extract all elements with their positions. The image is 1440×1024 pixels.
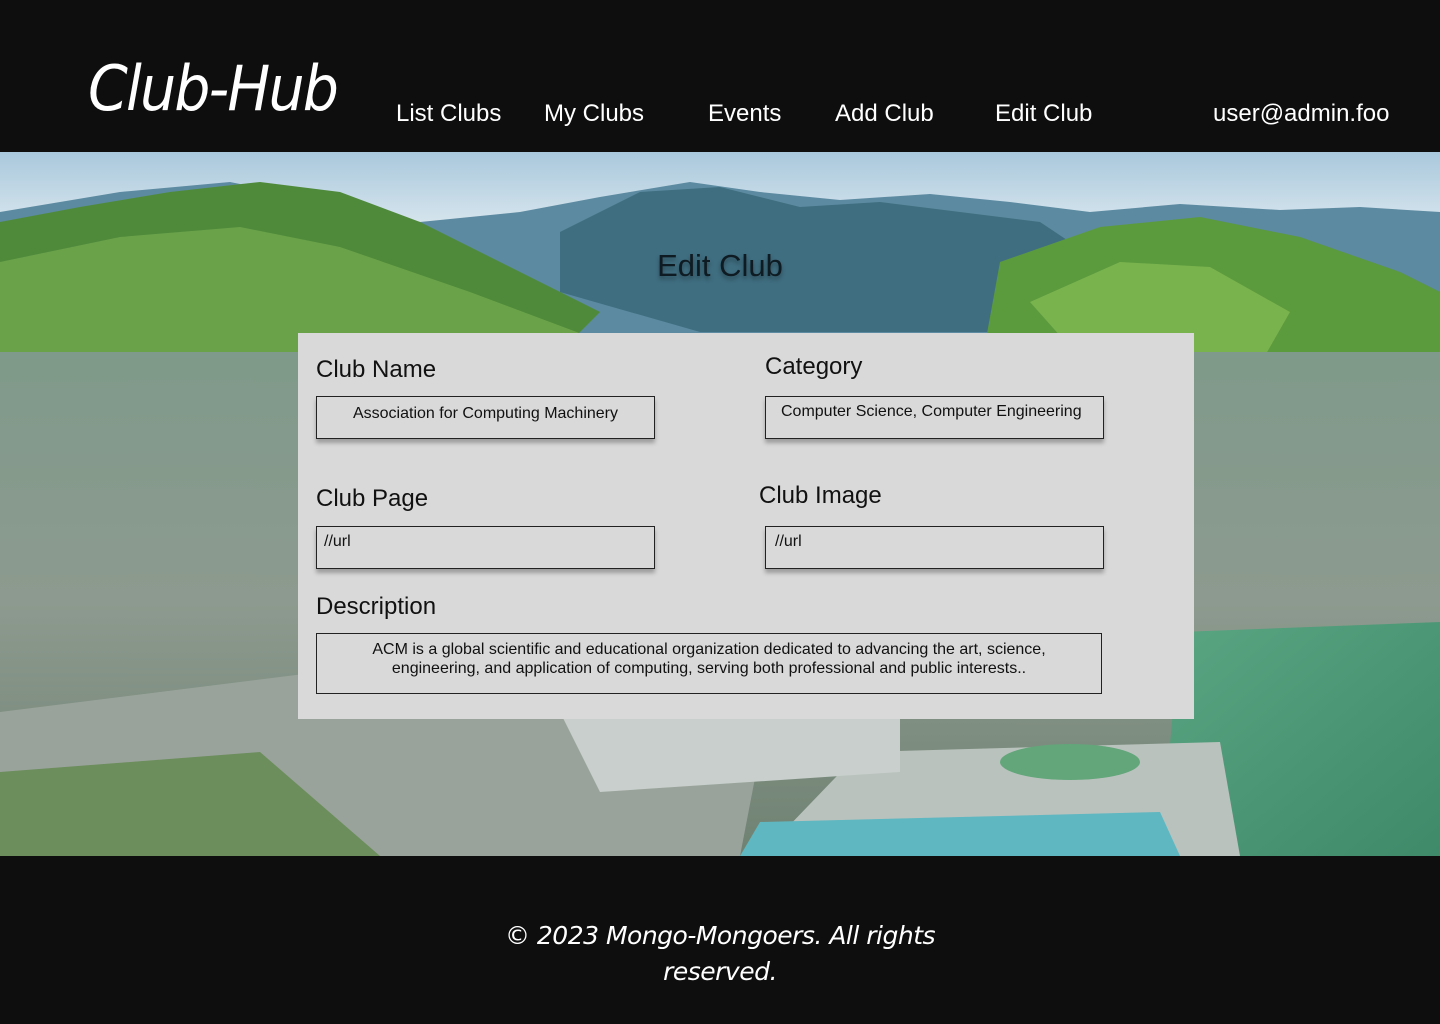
- club-image-input[interactable]: //url: [765, 526, 1104, 569]
- club-name-input[interactable]: Association for Computing Machinery: [316, 396, 655, 439]
- footer-line-2: reserved.: [663, 957, 777, 986]
- club-page-value: //url: [324, 533, 351, 550]
- club-image-value: //url: [775, 533, 802, 550]
- footer-line-1: © 2023 Mongo-Mongoers. All rights: [504, 921, 936, 950]
- nav-edit-club[interactable]: Edit Club: [995, 102, 1092, 126]
- category-input[interactable]: Computer Science, Computer Engineering: [765, 396, 1104, 439]
- club-page-input[interactable]: //url: [316, 526, 655, 569]
- category-value: Computer Science, Computer Engineering: [781, 403, 1082, 420]
- description-line-1: ACM is a global scientific and education…: [372, 641, 1046, 658]
- description-line-2: engineering, and application of computin…: [391, 660, 1027, 677]
- edit-club-form: Club Name Association for Computing Mach…: [298, 333, 1194, 719]
- nav-add-club[interactable]: Add Club: [835, 102, 934, 126]
- nav-my-clubs[interactable]: My Clubs: [544, 102, 644, 126]
- club-name-value: Association for Computing Machinery: [352, 405, 618, 422]
- site-logo[interactable]: Club-Hub: [88, 58, 339, 120]
- club-name-label: Club Name: [316, 356, 437, 383]
- user-account-menu[interactable]: user@admin.foo: [1213, 102, 1389, 126]
- footer-copyright: © 2023 Mongo-Mongoers. All rights reserv…: [0, 918, 1440, 990]
- club-page-label: Club Page: [316, 485, 429, 512]
- club-image-label: Club Image: [759, 482, 882, 509]
- nav-list-clubs[interactable]: List Clubs: [396, 102, 501, 126]
- top-navbar: Club-Hub List Clubs My Clubs Events Add …: [0, 0, 1440, 152]
- nav-events[interactable]: Events: [708, 102, 781, 126]
- description-label: Description: [316, 593, 437, 620]
- category-label: Category: [765, 353, 863, 380]
- page-title: Edit Club: [657, 248, 783, 283]
- description-textarea[interactable]: ACM is a global scientific and education…: [316, 633, 1102, 694]
